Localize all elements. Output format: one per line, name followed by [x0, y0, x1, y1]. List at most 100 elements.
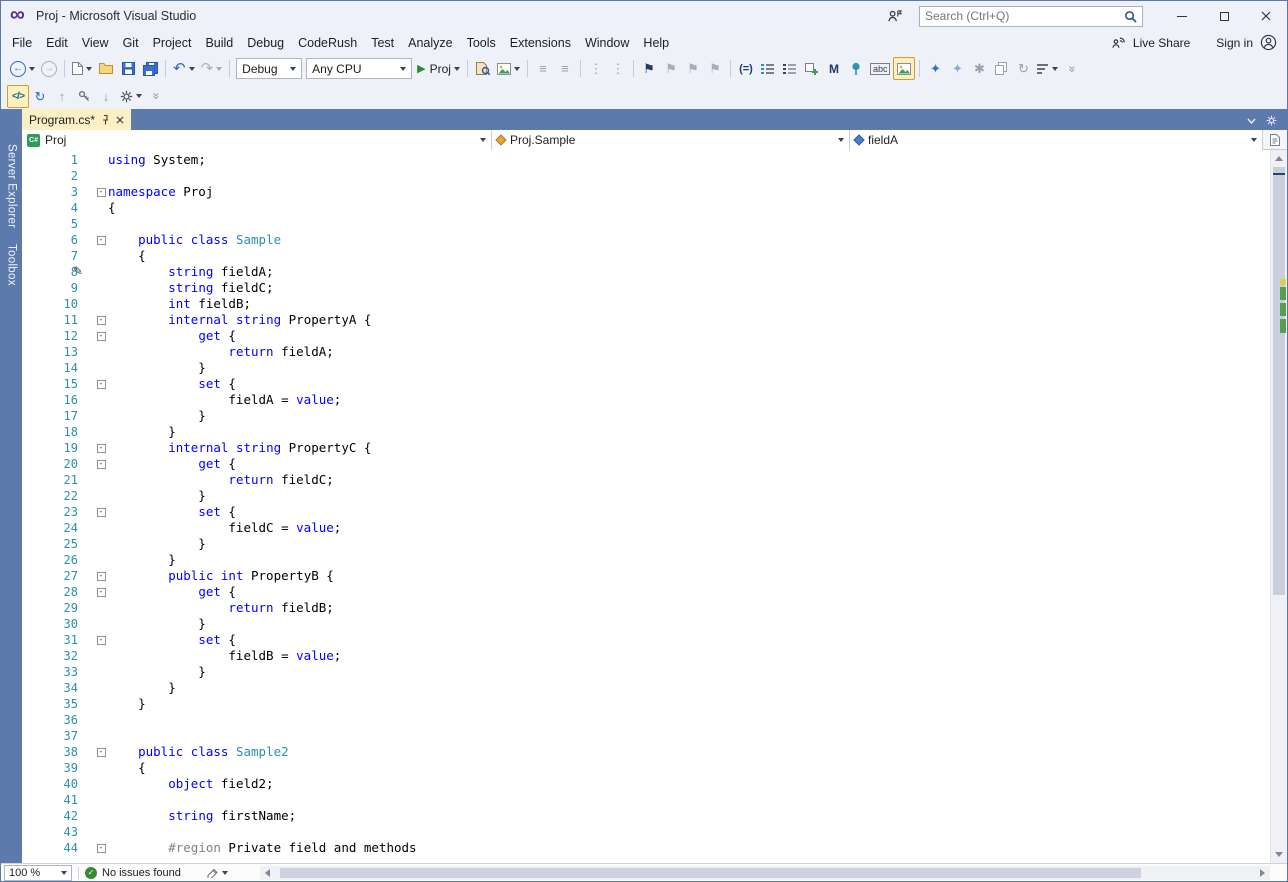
code-line[interactable]: 11 - internal string PropertyA { — [22, 312, 1270, 328]
issues-indicator[interactable]: ✓ No issues found — [85, 866, 181, 879]
rich-comments-button[interactable] — [893, 57, 916, 80]
refresh-button[interactable]: ↻ — [29, 85, 51, 108]
code-line[interactable]: 23 - set { — [22, 504, 1270, 520]
member-list-button[interactable] — [757, 57, 779, 80]
toggle-bookmark-button[interactable]: ⚑ — [638, 57, 660, 80]
menu-item-view[interactable]: View — [75, 33, 116, 53]
navbar-options-button[interactable] — [1263, 130, 1287, 149]
code-line[interactable]: 30 } — [22, 616, 1270, 632]
next-bookmark-button[interactable]: ⚑ — [682, 57, 704, 80]
code-line[interactable]: 24 fieldC = value; — [22, 520, 1270, 536]
code-line[interactable]: 5 — [22, 216, 1270, 232]
scroll-up-button[interactable] — [1271, 150, 1287, 167]
quick-search-box[interactable] — [919, 5, 1143, 27]
fold-toggle[interactable]: - — [94, 568, 108, 584]
code-line[interactable]: 38 - public class Sample2 — [22, 744, 1270, 760]
code-line[interactable]: 22 } — [22, 488, 1270, 504]
close-tab-icon[interactable] — [116, 116, 124, 124]
code-line[interactable]: 44 - #region Private field and methods — [22, 840, 1270, 856]
code-line[interactable]: 16 fieldA = value; — [22, 392, 1270, 408]
fold-toggle[interactable]: - — [94, 440, 108, 456]
scroll-left-button[interactable] — [260, 866, 276, 880]
menu-item-project[interactable]: Project — [146, 33, 199, 53]
previous-bookmark-button[interactable]: ⚑ — [660, 57, 682, 80]
code-line[interactable]: 8 ✎ string fieldA; — [22, 264, 1270, 280]
code-line[interactable]: 3 - namespace Proj — [22, 184, 1270, 200]
code-line[interactable]: 43 — [22, 824, 1270, 840]
encapsulate-field-button[interactable] — [73, 85, 95, 108]
code-line[interactable]: 17 } — [22, 408, 1270, 424]
send-feedback-icon[interactable] — [883, 5, 905, 27]
code-line[interactable]: 18 } — [22, 424, 1270, 440]
horizontal-scrollbar-thumb[interactable] — [279, 867, 1141, 878]
menu-item-coderush[interactable]: CodeRush — [291, 33, 364, 53]
fold-toggle[interactable]: - — [94, 312, 108, 328]
member-dropdown[interactable]: fieldA — [850, 130, 1263, 150]
maximize-button[interactable] — [1203, 1, 1245, 31]
coderush-settings-button[interactable] — [117, 85, 145, 108]
menu-item-help[interactable]: Help — [636, 33, 676, 53]
code-line[interactable]: 41 — [22, 792, 1270, 808]
menu-item-debug[interactable]: Debug — [240, 33, 291, 53]
code-line[interactable]: 34 } — [22, 680, 1270, 696]
menu-item-edit[interactable]: Edit — [39, 33, 75, 53]
code-line[interactable]: 29 return fieldB; — [22, 600, 1270, 616]
code-line[interactable]: 21 return fieldC; — [22, 472, 1270, 488]
scrollbar-track[interactable] — [1271, 167, 1287, 846]
solution-configuration-combo[interactable]: Debug — [236, 58, 303, 79]
duplicate-code-button[interactable] — [990, 57, 1012, 80]
menu-item-analyze[interactable]: Analyze — [401, 33, 459, 53]
code-line[interactable]: 36 — [22, 712, 1270, 728]
markdown-preview-button[interactable]: M — [823, 57, 845, 80]
type-dropdown[interactable]: Proj.Sample — [492, 130, 850, 150]
code-line[interactable]: 28 - get { — [22, 584, 1270, 600]
fold-toggle[interactable]: - — [94, 232, 108, 248]
close-button[interactable] — [1245, 1, 1287, 31]
code-cleanup-button[interactable]: ✦ — [924, 57, 946, 80]
tab-program-cs[interactable]: Program.cs* — [22, 109, 132, 130]
code-line[interactable]: 37 — [22, 728, 1270, 744]
menu-item-test[interactable]: Test — [364, 33, 401, 53]
scroll-right-button[interactable] — [1254, 866, 1270, 880]
code-line[interactable]: 6 - public class Sample — [22, 232, 1270, 248]
code-line[interactable]: 19 - internal string PropertyC { — [22, 440, 1270, 456]
toolbar-overflow-button[interactable]: » — [1061, 57, 1083, 80]
live-share-button[interactable]: Live Share — [1133, 36, 1190, 50]
horizontal-scrollbar-track[interactable] — [276, 866, 1254, 880]
sync-members-button[interactable]: ✱ — [968, 57, 990, 80]
code-line[interactable]: 2 — [22, 168, 1270, 184]
tool-window-tab-server-explorer[interactable]: Server Explorer — [6, 136, 18, 236]
property-list-button[interactable] — [779, 57, 801, 80]
zoom-level-combo[interactable]: 100 % — [4, 864, 72, 881]
code-editor-surface[interactable]: 1 using System; 2 3- namespace Proj 4{5 6- pub… — [22, 150, 1270, 863]
code-line[interactable]: 32 fieldB = value; — [22, 648, 1270, 664]
undo-button[interactable]: ↶ — [170, 57, 198, 80]
save-all-button[interactable] — [139, 57, 161, 80]
fold-toggle[interactable]: - — [94, 632, 108, 648]
code-line[interactable]: 4{ — [22, 200, 1270, 216]
organize-members-button[interactable] — [1034, 57, 1061, 80]
comment-button[interactable]: ⋮ — [585, 57, 607, 80]
indent-increase-button[interactable]: ≡ — [554, 57, 576, 80]
code-line[interactable]: 15 - set { — [22, 376, 1270, 392]
start-debugging-button[interactable]: ▶ Proj — [414, 57, 463, 80]
code-line[interactable]: 42 string firstName; — [22, 808, 1270, 824]
fold-toggle[interactable]: - — [94, 328, 108, 344]
coderush-button[interactable]: </> — [7, 84, 29, 108]
find-in-files-button[interactable] — [472, 57, 494, 80]
quick-actions-button[interactable]: ✦ — [946, 57, 968, 80]
indent-decrease-button[interactable]: ≡ — [532, 57, 554, 80]
issues-filter-button[interactable] — [207, 867, 228, 878]
search-input[interactable] — [925, 9, 1124, 23]
project-dropdown[interactable]: C# Proj — [22, 130, 492, 150]
code-line[interactable]: 40 object field2; — [22, 776, 1270, 792]
active-files-chevron-icon[interactable] — [1247, 118, 1256, 124]
code-line[interactable]: 7 { — [22, 248, 1270, 264]
code-line[interactable]: 10 int fieldB; — [22, 296, 1270, 312]
menu-item-file[interactable]: File — [5, 33, 39, 53]
navigate-forward-button[interactable]: → — [38, 57, 60, 80]
image-preview-button[interactable] — [494, 57, 523, 80]
minimize-button[interactable] — [1161, 1, 1203, 31]
code-line[interactable]: 39 { — [22, 760, 1270, 776]
fold-toggle[interactable]: - — [94, 584, 108, 600]
